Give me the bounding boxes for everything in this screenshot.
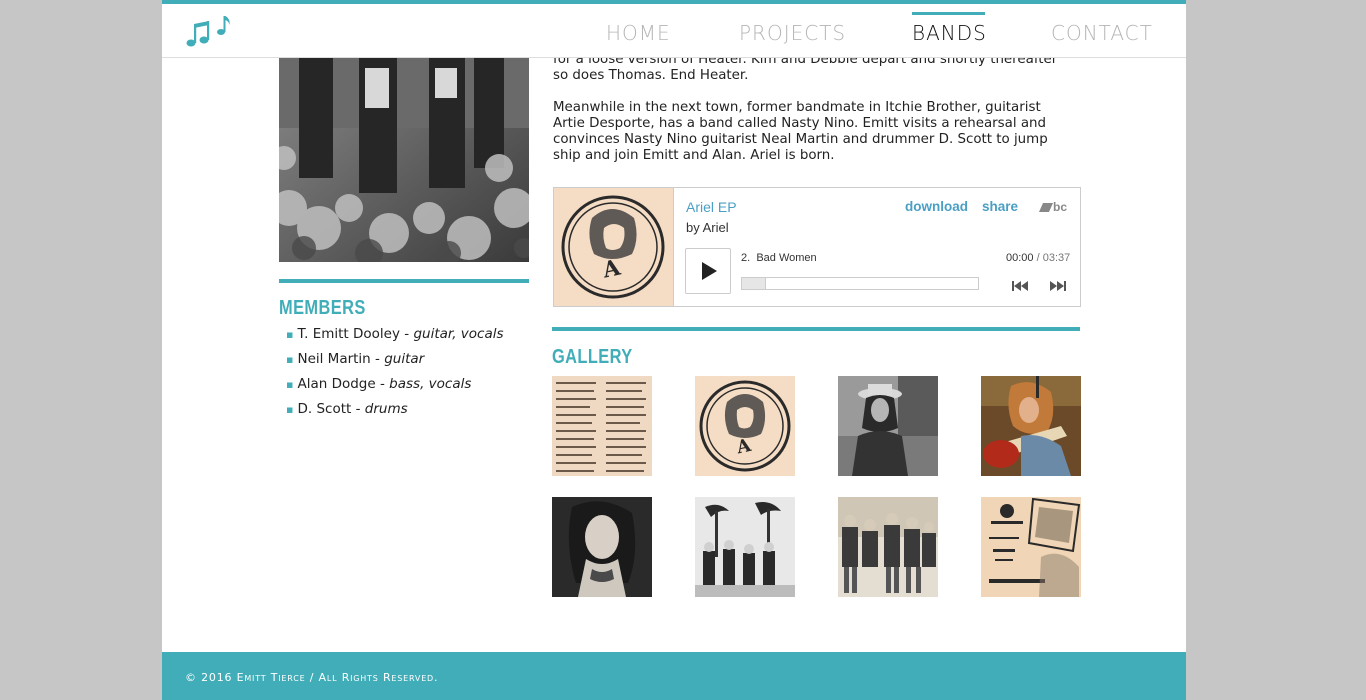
member-role: guitar [384,351,425,367]
play-button[interactable] [685,248,731,294]
gallery-thumb-ariel-logo[interactable]: A [695,376,795,476]
time-elapsed: 00:00 [1006,252,1034,264]
track-title[interactable]: Bad Women [756,252,816,264]
track-number: 2. [741,252,751,264]
gallery-thumb-guitarist-live[interactable] [981,376,1081,476]
member-name: D. Scott [297,401,352,417]
member-sep: - [370,351,385,367]
gallery-thumb-portrait[interactable] [552,497,652,597]
site-footer: © 2016 Emitt Tierce / All Rights Reserve… [162,652,1186,700]
member-item: ▪ Alan Dodge - bass, vocals [286,372,504,397]
gallery-thumb-band-palms[interactable] [695,497,795,597]
album-title[interactable]: Ariel EP [686,199,737,215]
nav-contact[interactable]: CONTACT [1051,21,1153,45]
bandcamp-logo-icon[interactable]: bc [1039,200,1067,214]
nav-bands[interactable]: BANDS [912,21,987,45]
track-time: 00:00 / 03:37 [1006,252,1070,264]
member-name: Alan Dodge [297,376,376,392]
member-item: ▪ T. Emitt Dooley - guitar, vocals [286,322,504,347]
member-item: ▪ D. Scott - drums [286,397,504,422]
gallery-title: GALLERY [552,346,633,368]
bandcamp-player: A Ariel EP by Ariel download share bc 2.… [553,187,1081,307]
nav-active-indicator [912,12,985,15]
track-info: 2. Bad Women [741,252,817,264]
next-track-icon[interactable] [1048,277,1068,291]
previous-track-icon[interactable] [1010,277,1030,291]
members-list: ▪ T. Emitt Dooley - guitar, vocals ▪ Neil … [286,322,504,422]
bullet-icon: ▪ [286,353,294,366]
member-name: T. Emitt Dooley [297,326,400,342]
members-divider [279,279,529,283]
progress-bar[interactable] [741,277,979,290]
page: HOME PROJECTS BANDS CONTACT MEMBERS ▪ T.… [162,0,1186,700]
album-cover[interactable]: A [554,188,674,306]
download-link[interactable]: download [905,199,968,214]
gallery-thumb-newspaper[interactable] [552,376,652,476]
by-prefix: by [686,220,700,235]
member-role: bass, vocals [389,376,472,392]
nav-projects[interactable]: PROJECTS [739,21,846,45]
share-link[interactable]: share [982,199,1018,214]
site-header: HOME PROJECTS BANDS CONTACT [162,4,1186,58]
bullet-icon: ▪ [286,403,294,416]
members-title: MEMBERS [279,297,366,319]
gallery-divider [552,327,1080,331]
bullet-icon: ▪ [286,328,294,341]
story-paragraph: Meanwhile in the next town, former bandm… [553,100,1048,163]
member-sep: - [399,326,414,342]
copyright-text: © 2016 Emitt Tierce / All Rights Reserve… [185,671,439,684]
member-item: ▪ Neil Martin - guitar [286,347,504,372]
member-name: Neil Martin [297,351,371,367]
nav-home[interactable]: HOME [606,21,671,45]
bullet-icon: ▪ [286,378,294,391]
member-sep: - [351,401,365,417]
gallery-thumb-pioneer-club-poster[interactable] [981,497,1081,597]
band-photo [279,58,529,262]
time-total: 03:37 [1042,252,1071,264]
band-story: for a loose version of Heater. Kim and D… [553,52,1073,180]
member-role: guitar, vocals [413,326,504,342]
progress-handle[interactable] [742,278,766,289]
artist-name[interactable]: Ariel [703,220,729,235]
gallery-thumb-band-sitting[interactable] [838,497,938,597]
time-separator: / [1036,252,1040,264]
brand-label: bc [1053,200,1068,214]
gallery-thumb-musician-hat[interactable] [838,376,938,476]
member-sep: - [375,376,390,392]
member-role: drums [364,401,408,417]
music-notes-logo-icon[interactable] [184,10,234,50]
album-byline: by Ariel [686,220,729,235]
